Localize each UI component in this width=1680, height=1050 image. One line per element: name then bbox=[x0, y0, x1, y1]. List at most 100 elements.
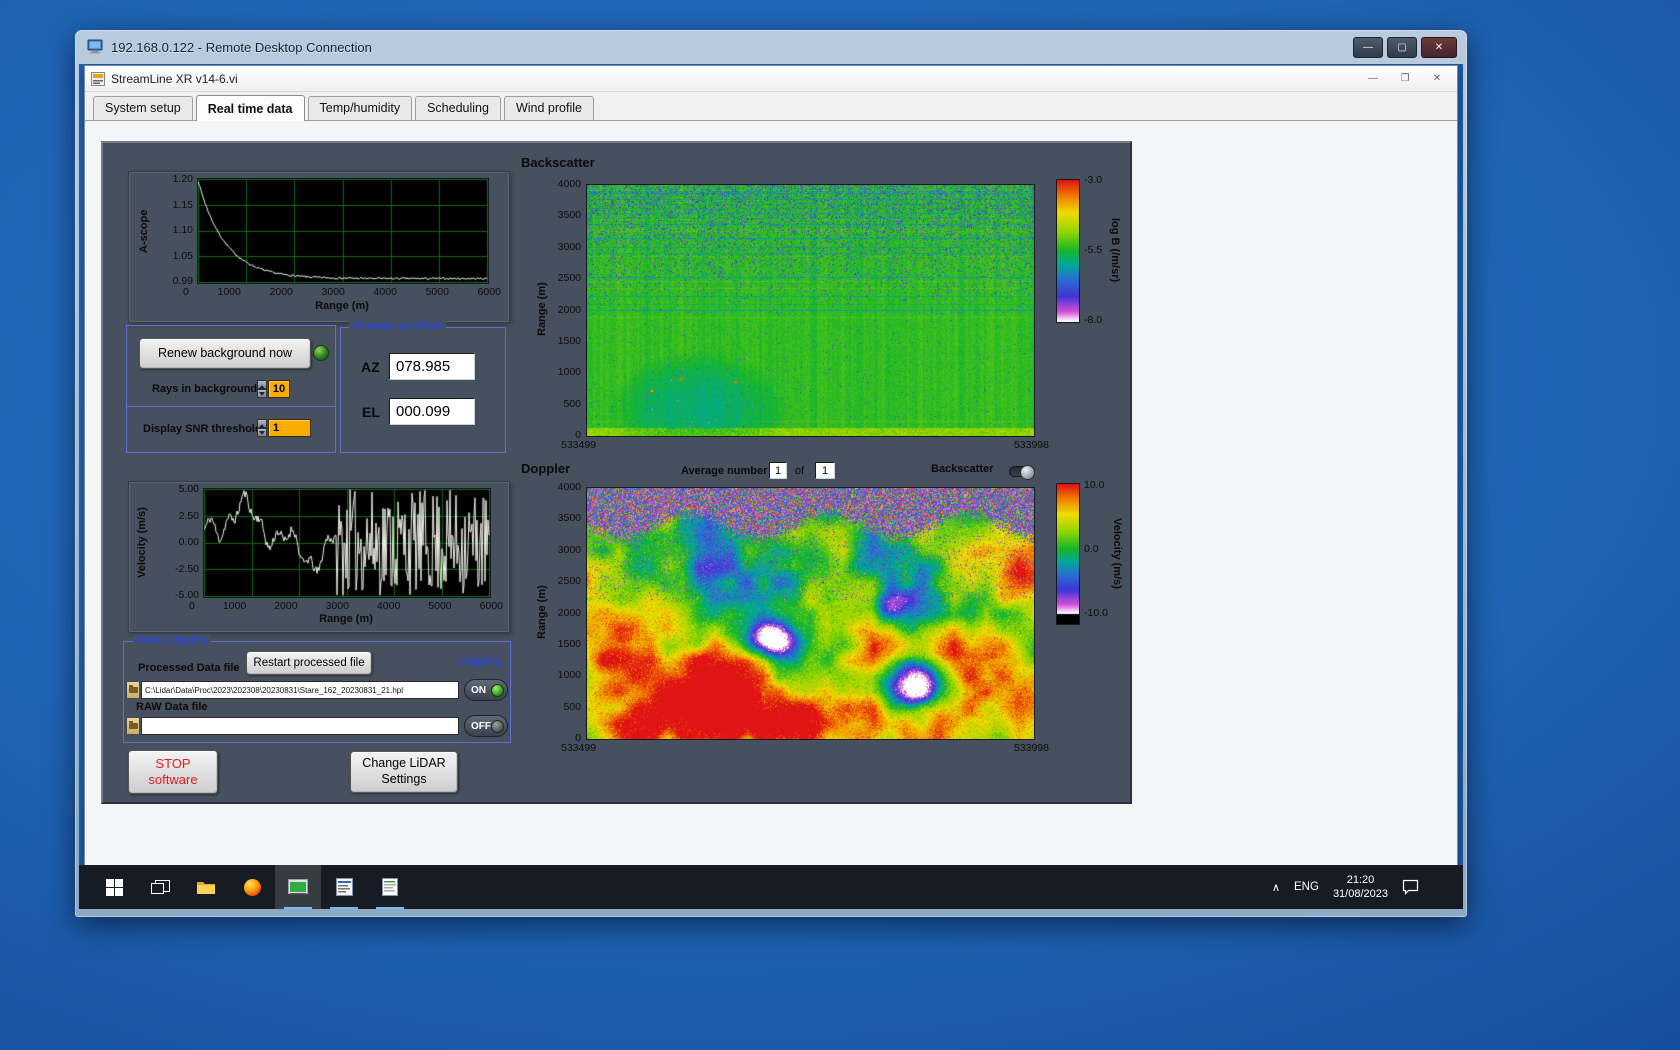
backscatter-display-toggle[interactable] bbox=[1009, 465, 1035, 480]
text-editor-icon bbox=[382, 878, 398, 896]
tick-label: 1.10 bbox=[172, 224, 193, 236]
scanner-position-title: Scanner position bbox=[349, 320, 447, 332]
backscatter-y-axis: 4000 3500 3000 2500 2000 1500 1000 500 0 bbox=[549, 178, 581, 441]
text-editor-button[interactable] bbox=[367, 865, 413, 909]
tick-label: 6000 bbox=[479, 600, 503, 612]
tab-system-setup[interactable]: System setup bbox=[93, 96, 193, 120]
backscatter-toggle-label: Backscatter bbox=[931, 463, 994, 475]
tick-label: 3000 bbox=[557, 543, 581, 556]
off-led bbox=[491, 719, 504, 733]
processed-data-file-label: Processed Data file bbox=[138, 662, 240, 674]
app-title: StreamLine XR v14-6.vi bbox=[111, 71, 238, 86]
of-label: of bbox=[795, 465, 805, 477]
tick-label: 3500 bbox=[557, 512, 581, 525]
change-lidar-settings-button[interactable]: Change LiDAR Settings bbox=[350, 751, 458, 793]
action-center-icon[interactable] bbox=[1402, 879, 1419, 895]
tick-label: 2500 bbox=[557, 272, 581, 285]
tab-wind-profile[interactable]: Wind profile bbox=[503, 96, 594, 120]
change-line1: Change LiDAR bbox=[362, 756, 446, 771]
tick-label: 1000 bbox=[222, 600, 247, 612]
streamline-app-button[interactable] bbox=[275, 865, 321, 909]
tick-label: 4000 bbox=[557, 178, 581, 190]
tick-label: -5.5 bbox=[1084, 244, 1103, 256]
app-close-button[interactable]: ✕ bbox=[1421, 73, 1453, 84]
language-indicator[interactable]: ENG bbox=[1294, 881, 1319, 893]
firefox-button[interactable] bbox=[229, 865, 275, 909]
tick-label: 5.00 bbox=[178, 483, 199, 495]
background-status-led bbox=[313, 345, 329, 361]
folder-icon bbox=[128, 721, 138, 729]
rdp-titlebar[interactable]: 192.168.0.122 - Remote Desktop Connectio… bbox=[79, 30, 1463, 64]
velocity-plot-area bbox=[203, 488, 491, 598]
velocity-x-axis: 0 1000 2000 3000 4000 5000 6000 bbox=[189, 600, 503, 612]
streamline-app-icon bbox=[288, 878, 308, 894]
off-label: OFF bbox=[471, 720, 491, 732]
hidden-icons-chevron[interactable]: ∧ bbox=[1272, 881, 1280, 894]
tick-label: -8.0 bbox=[1084, 314, 1103, 326]
stop-software-button[interactable]: STOP software bbox=[128, 750, 218, 794]
raw-path-field[interactable] bbox=[141, 717, 459, 735]
doppler-title: Doppler bbox=[521, 461, 571, 476]
average-number-value[interactable]: 1 bbox=[769, 462, 787, 479]
rdp-maximize-button[interactable]: ▢ bbox=[1387, 36, 1417, 58]
rdp-window: 192.168.0.122 - Remote Desktop Connectio… bbox=[75, 30, 1467, 917]
tick-label: 2000 bbox=[274, 600, 298, 612]
task-view-icon bbox=[150, 879, 170, 894]
tick-label: 2000 bbox=[557, 606, 581, 619]
tab-real-time-data[interactable]: Real time data bbox=[195, 95, 305, 121]
raw-logging-toggle[interactable]: OFF bbox=[464, 715, 508, 737]
rdp-window-title: 192.168.0.122 - Remote Desktop Connectio… bbox=[111, 39, 372, 55]
snr-value[interactable]: 1 bbox=[268, 419, 311, 437]
rdp-minimize-button[interactable]: — bbox=[1353, 36, 1383, 58]
tick-label: 0.0 bbox=[1084, 543, 1099, 555]
tick-label: 2000 bbox=[557, 303, 581, 316]
ascope-x-label: Range (m) bbox=[315, 300, 369, 312]
tab-scheduling[interactable]: Scheduling bbox=[415, 96, 501, 120]
tab-temp-humidity[interactable]: Temp/humidity bbox=[307, 96, 413, 120]
processed-logging-toggle[interactable]: ON bbox=[464, 679, 508, 701]
tick-label: -2.50 bbox=[175, 562, 199, 575]
start-button[interactable] bbox=[91, 865, 137, 909]
realtime-panel: A-scope 1.20 1.15 1.10 1.05 0.99 0 1000 2000 30… bbox=[101, 141, 1132, 804]
app-restore-button[interactable]: ❐ bbox=[1389, 73, 1421, 84]
system-tray: ∧ ENG 21:20 31/08/2023 bbox=[1272, 865, 1463, 909]
tick-label: 6000 bbox=[477, 286, 501, 298]
tick-label: 500 bbox=[563, 397, 581, 410]
taskbar-clock[interactable]: 21:20 31/08/2023 bbox=[1333, 873, 1388, 902]
rays-value[interactable]: 10 bbox=[268, 380, 290, 398]
background-controls-group: Renew background now Rays in background … bbox=[126, 325, 336, 453]
processed-path-field[interactable]: C:\Lidar\Data\Proc\2023\202308\20230831\… bbox=[141, 681, 459, 699]
tick-label: 2500 bbox=[557, 575, 581, 588]
tick-label: 5000 bbox=[428, 600, 452, 612]
backscatter-x-axis: 533499 533998 bbox=[561, 439, 1049, 451]
host-desktop: 192.168.0.122 - Remote Desktop Connectio… bbox=[0, 0, 1680, 1050]
processed-path-browse-button[interactable] bbox=[126, 681, 140, 699]
doppler-x-axis: 533499 533998 bbox=[561, 742, 1049, 754]
on-led bbox=[491, 683, 504, 697]
az-value[interactable]: 078.985 bbox=[389, 353, 475, 380]
velocity-x-label: Range (m) bbox=[319, 613, 373, 625]
tick-label: -10.0 bbox=[1084, 607, 1108, 619]
backscatter-colorbar-label: log B (/m/sr) bbox=[1109, 217, 1121, 283]
snr-spinner[interactable] bbox=[257, 419, 267, 437]
raw-path-browse-button[interactable] bbox=[126, 717, 140, 735]
scan-scheduler-icon bbox=[335, 878, 353, 896]
tick-label: -3.0 bbox=[1084, 174, 1103, 186]
restart-processed-file-button[interactable]: Restart processed file bbox=[246, 651, 372, 675]
average-total-value[interactable]: 1 bbox=[815, 462, 835, 479]
tick-label: 1.20 bbox=[172, 173, 193, 185]
el-value[interactable]: 000.099 bbox=[389, 398, 475, 425]
app-titlebar[interactable]: StreamLine XR v14-6.vi — ❐ ✕ bbox=[85, 66, 1457, 92]
renew-background-button[interactable]: Renew background now bbox=[139, 338, 311, 369]
scan-scheduler-button[interactable] bbox=[321, 865, 367, 909]
rays-spinner[interactable] bbox=[257, 380, 267, 398]
doppler-x-end: 533998 bbox=[1013, 742, 1049, 754]
task-view-button[interactable] bbox=[137, 865, 183, 909]
app-minimize-button[interactable]: — bbox=[1357, 73, 1389, 84]
file-explorer-button[interactable] bbox=[183, 865, 229, 909]
rdp-close-button[interactable]: ✕ bbox=[1421, 36, 1457, 58]
tick-label: 0 bbox=[189, 600, 195, 612]
ascope-x-axis: 0 1000 2000 3000 4000 5000 6000 bbox=[183, 286, 501, 298]
data-logging-title: Data Logging bbox=[133, 634, 212, 646]
velocity-y-label: Velocity (m/s) bbox=[136, 507, 148, 579]
